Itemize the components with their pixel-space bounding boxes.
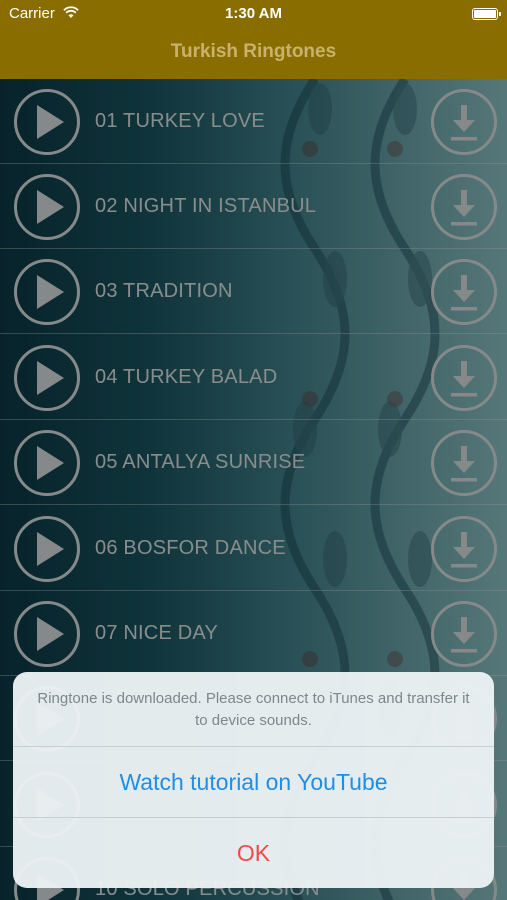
alert-message: Ringtone is downloaded. Please connect t…: [37, 690, 470, 729]
clock: 1:30 AM: [225, 5, 282, 22]
download-alert: Ringtone is downloaded. Please connect t…: [13, 672, 494, 888]
nav-bar: Turkish Ringtones: [0, 28, 507, 79]
ok-button[interactable]: OK: [13, 818, 494, 888]
battery-icon: [472, 8, 501, 20]
status-bar: Carrier 1:30 AM: [0, 0, 507, 28]
watch-tutorial-button[interactable]: Watch tutorial on YouTube: [13, 747, 494, 817]
page-title: Turkish Ringtones: [170, 41, 337, 62]
